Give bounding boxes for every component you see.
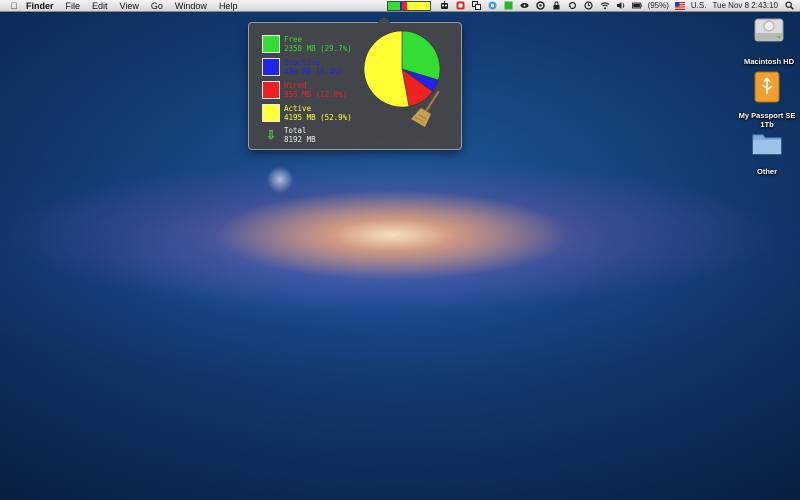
- memory-meter[interactable]: [386, 0, 431, 11]
- desktop-icon-macintosh-hd[interactable]: Macintosh HD: [729, 16, 800, 69]
- total-label: Total: [284, 126, 307, 135]
- menu-edit[interactable]: Edit: [86, 0, 114, 12]
- apple-menu-icon[interactable]: : [8, 1, 20, 11]
- active-text: Active 4195 MB (52.9%): [284, 104, 352, 122]
- volume-icon[interactable]: [616, 1, 626, 10]
- status-area: (95%) U.S. Tue Nov 8 2:43:10: [386, 0, 800, 12]
- menu-clock[interactable]: Tue Nov 8 2:43:10: [709, 0, 781, 12]
- active-value: 4195 MB (52.9%): [284, 113, 352, 122]
- external-drive-icon: [754, 71, 780, 103]
- free-label: Free: [284, 35, 303, 44]
- menu-help[interactable]: Help: [213, 0, 244, 12]
- stop-icon[interactable]: [456, 1, 466, 10]
- battery-icon[interactable]: [631, 1, 642, 10]
- legend-total: ⇩ Total 8192 MB: [262, 126, 316, 144]
- other-label: Other: [756, 167, 777, 176]
- active-swatch: [262, 104, 280, 122]
- capture-icon[interactable]: [536, 1, 546, 10]
- robot-icon[interactable]: [440, 1, 450, 10]
- spotlight-icon[interactable]: [784, 1, 794, 10]
- ubuntu-icon[interactable]: [488, 1, 498, 10]
- inactive-label: Inactive: [284, 58, 321, 67]
- wired-value: 955 MB (12.0%): [284, 90, 348, 99]
- legend-free: Free 2358 MB (29.7%): [262, 35, 352, 53]
- down-arrow-icon: ⇩: [265, 128, 277, 142]
- macintosh-hd-label: Macintosh HD: [743, 57, 794, 66]
- eye-icon[interactable]: [520, 1, 530, 10]
- battery-percent[interactable]: (95%): [645, 0, 672, 12]
- input-source[interactable]: U.S.: [688, 0, 710, 12]
- menu-view[interactable]: View: [114, 0, 145, 12]
- memory-meter-free: [387, 1, 401, 10]
- legend-active: Active 4195 MB (52.9%): [262, 104, 352, 122]
- legend-wired: Wired 955 MB (12.0%): [262, 81, 347, 99]
- menu-bar:  Finder File Edit View Go Window Help: [0, 0, 800, 12]
- stack-icon[interactable]: [472, 1, 482, 10]
- desktop-icon-my-passport[interactable]: My Passport SE 1Tb: [727, 70, 800, 132]
- green-square-icon[interactable]: [504, 1, 514, 10]
- sync-icon[interactable]: [568, 1, 578, 10]
- menu-window[interactable]: Window: [169, 0, 213, 12]
- lock-icon[interactable]: [552, 1, 562, 10]
- wired-text: Wired 955 MB (12.0%): [284, 81, 347, 99]
- active-label: Active: [284, 104, 312, 113]
- wired-label: Wired: [284, 81, 307, 90]
- wired-swatch: [262, 81, 280, 99]
- menu-finder[interactable]: Finder: [20, 0, 60, 12]
- desktop-icon-other[interactable]: Other: [727, 130, 800, 179]
- free-value: 2358 MB (29.7%): [284, 44, 352, 53]
- hard-drive-icon: [754, 18, 784, 42]
- broom-icon[interactable]: [409, 89, 443, 129]
- free-swatch: [262, 35, 280, 53]
- folder-icon: [752, 134, 782, 155]
- popup-arrow: [377, 16, 391, 23]
- menu-go[interactable]: Go: [145, 0, 169, 12]
- pie-slice-active: [363, 30, 410, 108]
- menu-file[interactable]: File: [60, 0, 87, 12]
- memory-meter-active: [407, 1, 430, 10]
- flag-icon[interactable]: [674, 1, 685, 10]
- legend-inactive: Inactive 430 MB (5.4%): [262, 58, 343, 76]
- inactive-text: Inactive 430 MB (5.4%): [284, 58, 343, 76]
- time-machine-icon[interactable]: [584, 1, 594, 10]
- wifi-icon[interactable]: [600, 1, 610, 10]
- inactive-swatch: [262, 58, 280, 76]
- total-text: Total 8192 MB: [284, 126, 316, 144]
- total-value: 8192 MB: [284, 135, 316, 144]
- free-text: Free 2358 MB (29.7%): [284, 35, 352, 53]
- inactive-value: 430 MB (5.4%): [284, 67, 343, 76]
- my-passport-label: My Passport SE 1Tb: [738, 111, 796, 129]
- memory-popup: Free 2358 MB (29.7%) Inactive 430 MB (5.…: [248, 16, 462, 150]
